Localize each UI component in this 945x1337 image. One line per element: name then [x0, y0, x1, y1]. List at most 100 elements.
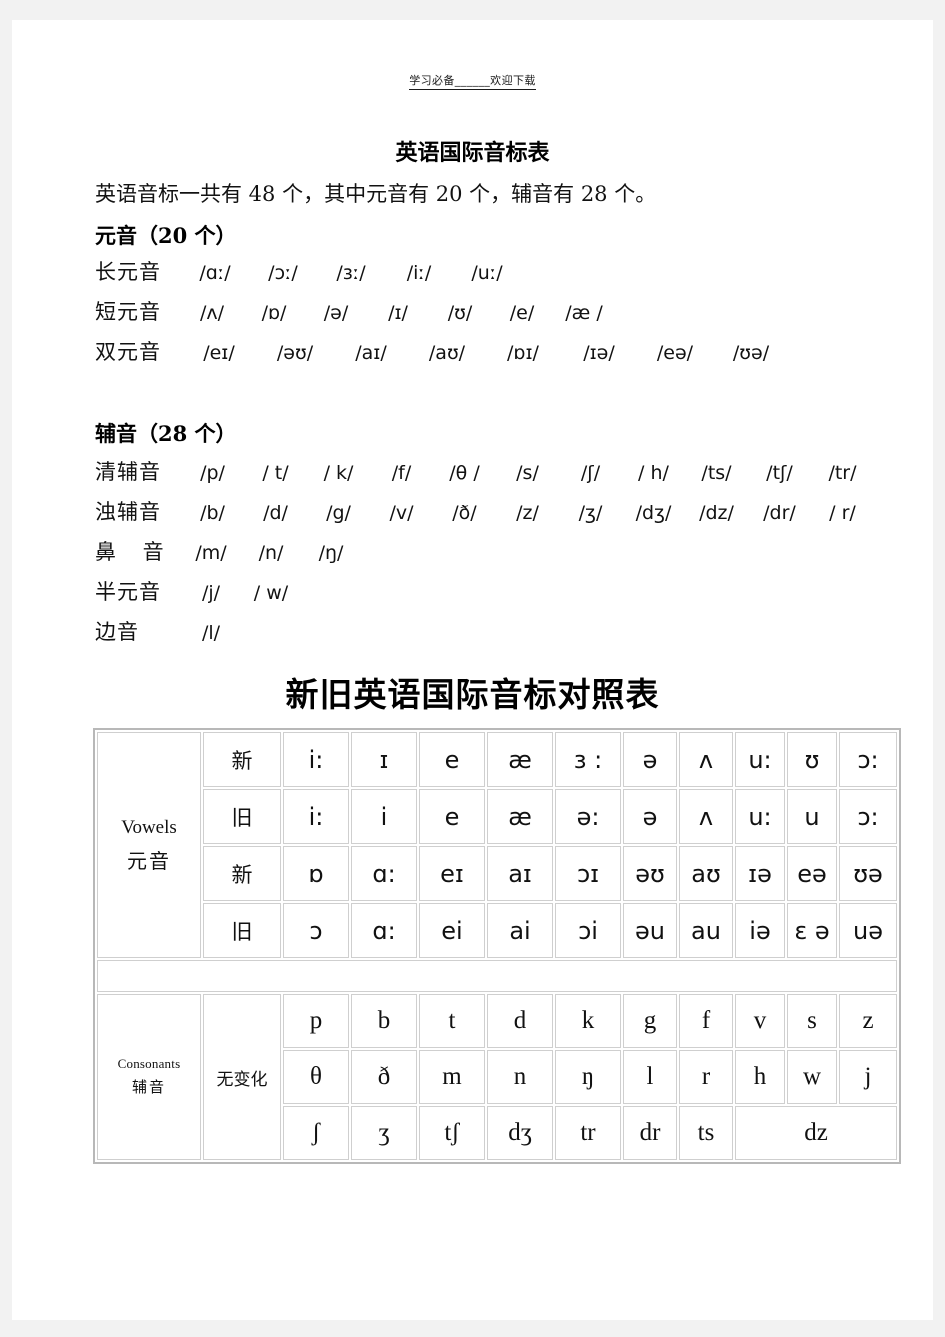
ipa-cell: ə — [623, 732, 677, 787]
document-page: 学习必备______欢迎下载 英语国际音标表 英语音标一共有 48 个，其中元音… — [12, 20, 933, 1320]
table-spacer-row — [97, 960, 897, 992]
ipa-cell: ts — [679, 1106, 733, 1160]
ipa-cell: e — [419, 789, 485, 844]
phoneme-symbol: / h/ — [638, 462, 669, 484]
phoneme-symbol: /ɑː/ — [199, 262, 231, 284]
ipa-cell: u: — [735, 732, 785, 787]
ipa-cell: ɪə — [735, 846, 785, 901]
ipa-cell: ʊ — [787, 732, 837, 787]
phoneme-symbol: /e/ — [509, 302, 535, 324]
table-row: 旧 i: i e æ ə: ə ʌ u: u ɔ: — [97, 789, 897, 844]
new-old-marker: 新 — [203, 732, 281, 787]
phoneme-symbol: / k/ — [323, 462, 354, 484]
new-old-marker: 新 — [203, 846, 281, 901]
phoneme-row-voiceless: 清辅音/p/ / t/ / k/ /f/ /θ / /s/ /ʃ/ / h/ /ts/ /tʃ/ /… — [95, 456, 925, 494]
phoneme-symbol: / r/ — [829, 502, 856, 524]
table-row: 旧 ɔ ɑ: ei ai ɔi əu au iə ɛ ə uə — [97, 903, 897, 958]
vowels-label-en: Vowels — [121, 816, 177, 838]
phoneme-symbol: /əʊ/ — [276, 342, 314, 364]
phoneme-symbol: /ŋ/ — [318, 542, 344, 564]
ipa-cell: ɔi — [555, 903, 621, 958]
phoneme-symbol: /ə/ — [323, 302, 349, 324]
ipa-cell: əu — [623, 903, 677, 958]
ipa-cell: ɜ : — [555, 732, 621, 787]
row-label: 半元音 — [95, 580, 161, 604]
phoneme-symbol: /eɪ/ — [203, 342, 235, 364]
phoneme-symbol: /eə/ — [656, 342, 694, 364]
phoneme-symbol: /ts/ — [701, 462, 732, 484]
ipa-cell: g — [623, 994, 677, 1048]
phoneme-symbol: /θ / — [449, 462, 480, 484]
ipa-cell: e — [419, 732, 485, 787]
no-change-label: 无变化 — [203, 994, 281, 1160]
ipa-cell: iə — [735, 903, 785, 958]
ipa-cell: k — [555, 994, 621, 1048]
ipa-cell: eɪ — [419, 846, 485, 901]
phoneme-symbol: /iː/ — [406, 262, 432, 284]
phoneme-symbol: / t/ — [262, 462, 289, 484]
ipa-cell: v — [735, 994, 785, 1048]
ipa-cell: r — [679, 1050, 733, 1104]
phoneme-symbol: /uː/ — [471, 262, 503, 284]
ipa-cell: ɪ — [351, 732, 417, 787]
phoneme-symbol: /ɪ/ — [388, 302, 408, 324]
ipa-cell: i — [351, 789, 417, 844]
phoneme-symbol: /aɪ/ — [355, 342, 387, 364]
table-row: 新 ɒ ɑ: eɪ aɪ ɔɪ əʊ aʊ ɪə eə ʊə — [97, 846, 897, 901]
row-label: 边音 — [95, 620, 139, 644]
ipa-cell: l — [623, 1050, 677, 1104]
ipa-cell: ei — [419, 903, 485, 958]
phoneme-symbol: /ɒɪ/ — [507, 342, 539, 364]
ipa-cell: ɒ — [283, 846, 349, 901]
row-header-vowels: Vowels 元音 — [97, 732, 201, 958]
ipa-cell: əʊ — [623, 846, 677, 901]
table-row: Vowels 元音 新 i: ɪ e æ ɜ : ə ʌ u: ʊ ɔ: — [97, 732, 897, 958]
running-head-text: 学习必备______欢迎下载 — [409, 72, 536, 90]
phoneme-symbol: /ɪə/ — [583, 342, 615, 364]
phoneme-symbol: /ʊə/ — [732, 342, 770, 364]
phoneme-symbol: /d/ — [263, 502, 288, 524]
section-heading-consonants: 辅音（28 个） — [95, 421, 237, 446]
phoneme-symbol: /ʒ/ — [578, 502, 603, 524]
row-label: 双元音 — [95, 340, 161, 364]
ipa-cell: aʊ — [679, 846, 733, 901]
ipa-cell: j — [839, 1050, 897, 1104]
ipa-cell: z — [839, 994, 897, 1048]
phoneme-symbol: /g/ — [326, 502, 351, 524]
ipa-cell: ʊə — [839, 846, 897, 901]
row-label: 清辅音 — [95, 460, 161, 484]
ipa-cell: n — [487, 1050, 553, 1104]
ipa-cell: ʃ — [283, 1106, 349, 1160]
phoneme-symbol: /n/ — [258, 542, 284, 564]
comparison-table-wrapper: Vowels 元音 新 i: ɪ e æ ɜ : ə ʌ u: ʊ ɔ: 旧 i… — [93, 728, 901, 1164]
phoneme-symbol: /ð/ — [452, 502, 477, 524]
phoneme-symbol: /ɜː/ — [336, 262, 366, 284]
ipa-cell: aɪ — [487, 846, 553, 901]
ipa-cell: θ — [283, 1050, 349, 1104]
ipa-cell: au — [679, 903, 733, 958]
phoneme-symbol: /dz/ — [699, 502, 734, 524]
table-row: Consonants 辅音 无变化 p b t d k g f v s z — [97, 994, 897, 1160]
new-old-marker: 旧 — [203, 903, 281, 958]
ipa-cell: ə: — [555, 789, 621, 844]
ipa-cell: u — [787, 789, 837, 844]
consonants-label-cn: 辅音 — [131, 1078, 166, 1097]
ipa-cell: ə — [623, 789, 677, 844]
phoneme-symbol: /l/ — [201, 622, 221, 644]
ipa-cell: d — [487, 994, 553, 1048]
ipa-cell: uə — [839, 903, 897, 958]
ipa-cell: m — [419, 1050, 485, 1104]
consonants-label-en: Consonants — [117, 1056, 181, 1072]
phoneme-symbol: /s/ — [516, 462, 539, 484]
ipa-cell: f — [679, 994, 733, 1048]
phoneme-symbol: /tʃ/ — [766, 462, 793, 484]
spacer-cell — [97, 960, 897, 992]
phoneme-symbol: /æ / — [565, 302, 603, 324]
ipa-cell: t — [419, 994, 485, 1048]
phoneme-symbol: /tr/ — [828, 462, 857, 484]
phoneme-row-voiced: 浊辅音/b/ /d/ /g/ /v/ /ð/ /z/ /ʒ/ /dʒ/ /dz/ /dr/ / r/ — [95, 496, 925, 534]
phoneme-symbol: /z/ — [516, 502, 539, 524]
running-head: 学习必备______欢迎下载 — [12, 72, 933, 90]
ipa-cell: ɔ: — [839, 732, 897, 787]
phoneme-row-lateral: 边音/l/ — [95, 616, 925, 654]
